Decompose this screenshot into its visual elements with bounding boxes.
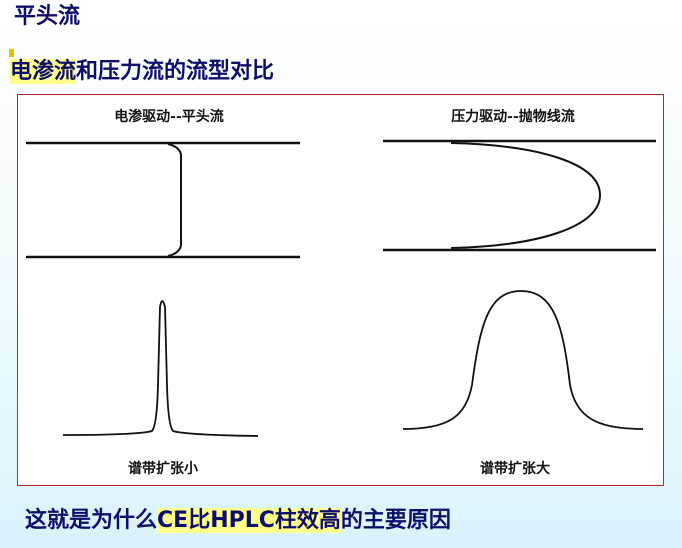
subtitle-rest: 和压力流的流型对比 bbox=[76, 59, 275, 84]
narrow-band-peak bbox=[62, 300, 259, 437]
slide-subtitle: 电渗流和压力流的流型对比 bbox=[10, 56, 274, 88]
flow-profile-figure: 电渗驱动--平头流 压力驱动--抛物线流 谱带扩张小 谱带扩张大 bbox=[17, 94, 664, 486]
conclusion-text: 这就是为什么CE比HPLC柱效高的主要原因 bbox=[25, 505, 451, 537]
parabolic-flow-profile bbox=[450, 142, 602, 249]
left-peak-caption: 谱带扩张小 bbox=[128, 461, 198, 477]
broad-band-peak bbox=[402, 290, 644, 430]
conclusion-after: 的主要原因 bbox=[340, 508, 451, 533]
left-panel-title: 电渗驱动--平头流 bbox=[114, 109, 224, 125]
right-panel-title: 压力驱动--抛物线流 bbox=[451, 109, 575, 125]
subtitle-highlight: 电渗流 bbox=[10, 59, 77, 84]
right-peak-caption: 谱带扩张大 bbox=[480, 461, 550, 477]
flow-diagram bbox=[26, 139, 656, 437]
slide-heading: 平头流 bbox=[14, 4, 81, 29]
flat-flow-profile bbox=[167, 143, 182, 257]
conclusion-highlight: CE比HPLC柱效高 bbox=[157, 508, 341, 533]
conclusion-before: 这就是为什么 bbox=[25, 508, 158, 533]
